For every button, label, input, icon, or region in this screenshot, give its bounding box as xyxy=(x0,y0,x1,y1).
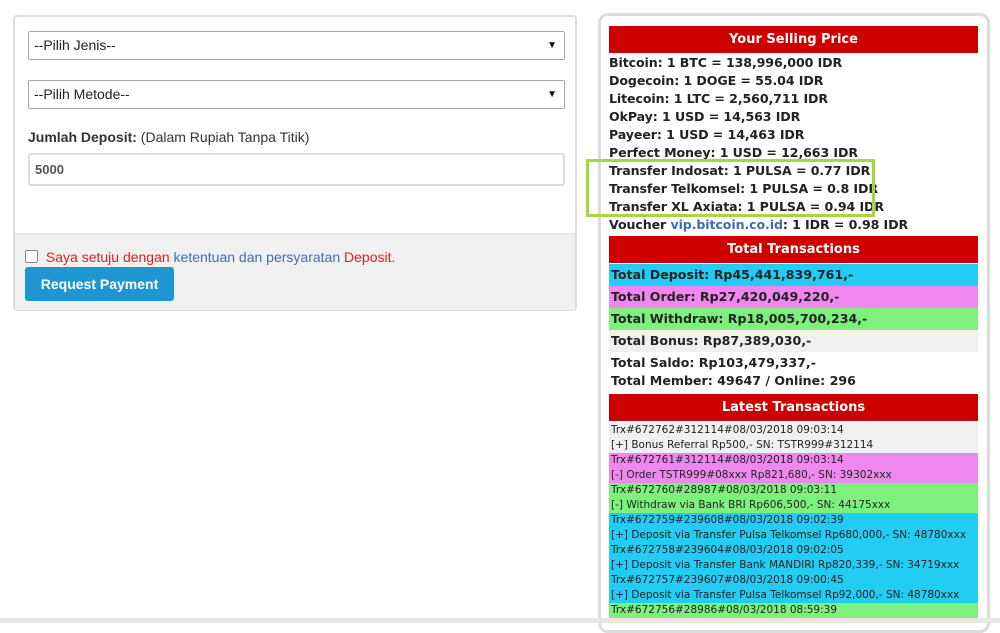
amount-label-row: Jumlah Deposit: (Dalam Rupiah Tanpa Titi… xyxy=(28,129,309,145)
transaction-id: Trx#672759#239608#08/03/2018 09:02:39 xyxy=(611,514,844,526)
jenis-select-value: --Pilih Jenis-- xyxy=(34,37,116,53)
price-voucher: Voucher vip.bitcoin.co.id: 1 IDR = 0.98 … xyxy=(609,217,908,232)
metode-select[interactable]: --Pilih Metode-- ▼ xyxy=(28,80,565,109)
taskbar-strip xyxy=(0,618,1000,623)
price-bitcoin: Bitcoin: 1 BTC = 138,996,000 IDR xyxy=(609,55,843,70)
jenis-select[interactable]: --Pilih Jenis-- ▼ xyxy=(28,31,565,60)
dropdown-arrow-icon: ▼ xyxy=(547,40,557,51)
price-okpay: OkPay: 1 USD = 14,563 IDR xyxy=(609,109,801,124)
deposit-form-panel: --Pilih Jenis-- ▼ --Pilih Metode-- ▼ Jum… xyxy=(13,15,577,311)
amount-input[interactable]: 5000 xyxy=(28,153,565,186)
transaction-row: Trx#672756#28986#08/03/2018 08:59:39 xyxy=(609,603,978,618)
terms-link[interactable]: ketentuan dan persyaratan xyxy=(174,249,341,265)
transaction-row: Trx#672757#239607#08/03/2018 09:00:45 [+… xyxy=(609,573,978,603)
agree-row: Saya setuju dengan ketentuan dan persyar… xyxy=(25,249,395,265)
transaction-row: Trx#672759#239608#08/03/2018 09:02:39 [+… xyxy=(609,513,978,543)
metode-select-value: --Pilih Metode-- xyxy=(34,86,130,102)
selling-price-header: Your Selling Price xyxy=(609,26,978,53)
transaction-id: Trx#672757#239607#08/03/2018 09:00:45 xyxy=(611,574,844,586)
voucher-prefix: Voucher xyxy=(609,217,667,232)
amount-label: Jumlah Deposit: xyxy=(28,129,137,145)
price-perfect-money: Perfect Money: 1 USD = 12,663 IDR xyxy=(609,145,858,160)
transaction-row: Trx#672758#239604#08/03/2018 09:02:05 [+… xyxy=(609,543,978,573)
total-transactions-header: Total Transactions xyxy=(609,236,978,263)
transaction-detail: [-] Order TSTR999#08xxx Rp821,680,- SN: … xyxy=(611,469,892,481)
price-dogecoin: Dogecoin: 1 DOGE = 55.04 IDR xyxy=(609,73,824,88)
total-deposit: Total Deposit: Rp45,441,839,761,- xyxy=(609,264,978,286)
transaction-detail: [-] Withdraw via Bank BRI Rp606,500,- SN… xyxy=(611,499,891,511)
transaction-id: Trx#672762#312114#08/03/2018 09:03:14 xyxy=(611,424,844,436)
price-payeer: Payeer: 1 USD = 14,463 IDR xyxy=(609,127,805,142)
agree-suffix: Deposit. xyxy=(344,249,396,265)
agree-checkbox[interactable] xyxy=(25,250,38,263)
total-member: Total Member: 49647 / Online: 296 xyxy=(611,373,856,388)
transaction-id: Trx#672761#312114#08/03/2018 09:03:14 xyxy=(611,454,844,466)
amount-hint: (Dalam Rupiah Tanpa Titik) xyxy=(140,129,310,145)
transaction-detail: [+] Deposit via Transfer Pulsa Telkomsel… xyxy=(611,589,960,601)
transaction-row: Trx#672762#312114#08/03/2018 09:03:14 [+… xyxy=(609,423,978,453)
transaction-row: Trx#672760#28987#08/03/2018 09:03:11 [-]… xyxy=(609,483,978,513)
transaction-id: Trx#672758#239604#08/03/2018 09:02:05 xyxy=(611,544,844,556)
transaction-detail: [+] Deposit via Transfer Pulsa Telkomsel… xyxy=(611,529,967,541)
request-payment-button[interactable]: Request Payment xyxy=(25,267,174,301)
transaction-row: Trx#672761#312114#08/03/2018 09:03:14 [-… xyxy=(609,453,978,483)
form-footer: Saya setuju dengan ketentuan dan persyar… xyxy=(15,233,575,310)
pulsa-highlight-box xyxy=(586,159,875,217)
total-withdraw: Total Withdraw: Rp18,005,700,234,- xyxy=(609,308,978,330)
transaction-id: Trx#672756#28986#08/03/2018 08:59:39 xyxy=(611,604,838,616)
dropdown-arrow-icon: ▼ xyxy=(547,89,557,100)
transaction-detail: [+] Deposit via Transfer Bank MANDIRI Rp… xyxy=(611,559,960,571)
voucher-suffix: : 1 IDR = 0.98 IDR xyxy=(782,217,909,232)
total-bonus: Total Bonus: Rp87,389,030,- xyxy=(609,330,978,352)
transaction-detail: [+] Bonus Referral Rp500,- SN: TSTR999#3… xyxy=(611,439,874,451)
total-order: Total Order: Rp27,420,049,220,- xyxy=(609,286,978,308)
price-litecoin: Litecoin: 1 LTC = 2,560,711 IDR xyxy=(609,91,828,106)
transaction-id: Trx#672760#28987#08/03/2018 09:03:11 xyxy=(611,484,838,496)
agree-prefix: Saya setuju dengan xyxy=(45,249,170,265)
latest-transactions-header: Latest Transactions xyxy=(609,394,978,421)
voucher-link[interactable]: vip.bitcoin.co.id xyxy=(670,217,783,232)
